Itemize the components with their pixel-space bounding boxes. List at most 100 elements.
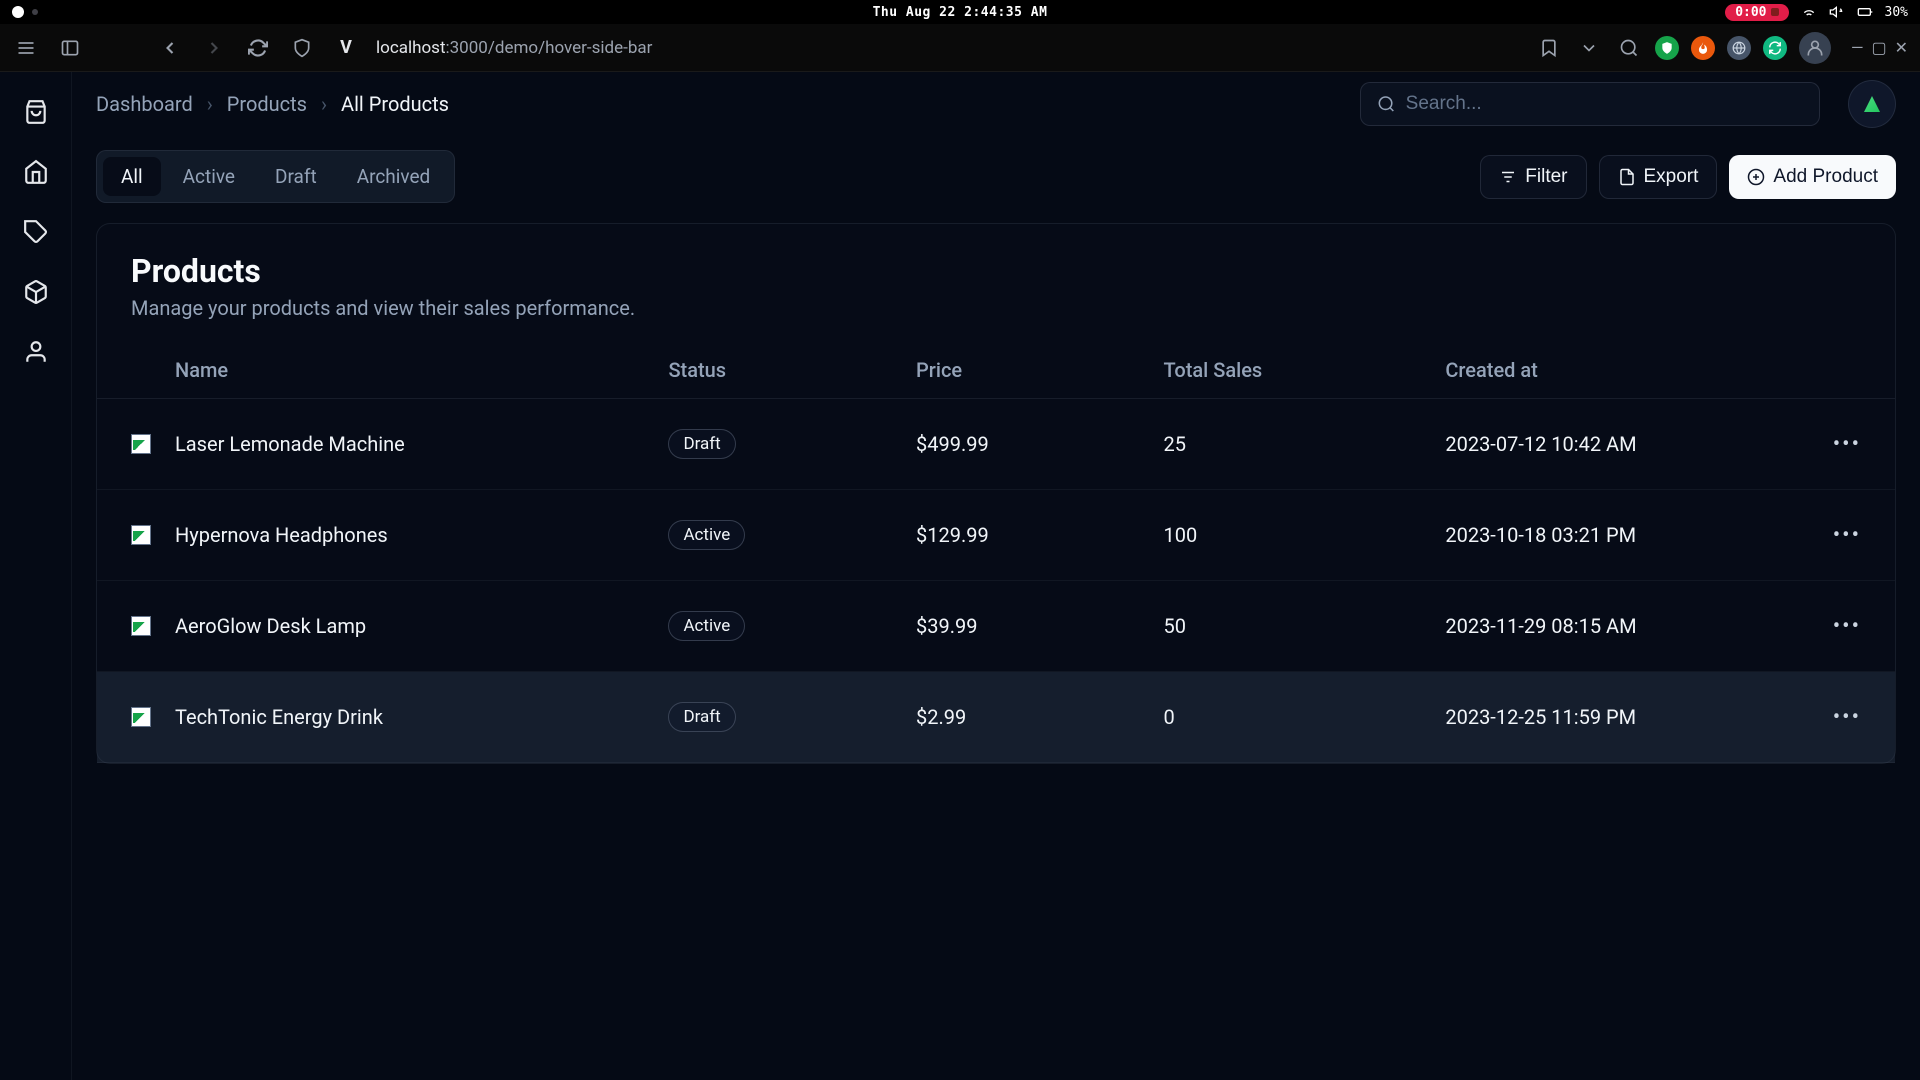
bookmark-icon[interactable] [1535,34,1563,62]
cell-price: $499.99 [904,399,1151,490]
table-row[interactable]: Laser Lemonade MachineDraft$499.99252023… [97,399,1895,490]
button-label: Export [1644,166,1699,188]
nav-user-icon[interactable] [20,336,52,368]
cell-price: $39.99 [904,581,1151,672]
screen-record-indicator[interactable]: 0:00 [1725,4,1788,21]
col-status[interactable]: Status [656,342,904,399]
nav-back-icon[interactable] [156,34,184,62]
breadcrumb-item-current: All Products [341,92,449,116]
cell-price: $129.99 [904,490,1151,581]
table-row[interactable]: TechTonic Energy DrinkDraft$2.9902023-12… [97,672,1895,763]
products-table: Name Status Price Total Sales Created at… [97,342,1895,763]
site-icon: V [332,34,360,62]
status-badge: Active [668,520,745,550]
breadcrumb: Dashboard › Products › All Products [96,92,449,116]
window-maximize-icon[interactable]: ▢ [1871,38,1886,57]
cell-created: 2023-11-29 08:15 AM [1433,581,1820,672]
browser-profile-avatar[interactable] [1799,32,1831,64]
chevron-right-icon: › [207,92,213,116]
filter-button[interactable]: Filter [1480,155,1586,199]
col-price[interactable]: Price [904,342,1151,399]
row-actions-icon[interactable]: ••• [1833,523,1861,548]
filter-icon [1499,168,1517,186]
shield-icon[interactable] [288,34,316,62]
cell-created: 2023-07-12 10:42 AM [1433,399,1820,490]
cell-price: $2.99 [904,672,1151,763]
cell-sales: 25 [1152,399,1434,490]
cell-name: TechTonic Energy Drink [163,672,656,763]
search-input[interactable] [1406,93,1803,115]
row-actions-icon[interactable]: ••• [1833,614,1861,639]
row-actions-icon[interactable]: ••• [1833,705,1861,730]
plus-circle-icon [1747,168,1765,186]
tab-active[interactable]: Active [165,157,253,196]
col-name[interactable]: Name [163,342,656,399]
battery-icon [1857,4,1873,20]
status-badge: Draft [668,702,735,732]
nav-forward-icon[interactable] [200,34,228,62]
chevron-right-icon: › [321,92,327,116]
browser-toolbar: V localhost:3000/demo/hover-side-bar — ▢… [0,24,1920,72]
volume-icon [1829,4,1845,20]
os-clock: Thu Aug 22 2:44:35 AM [873,5,1048,20]
reload-icon[interactable] [244,34,272,62]
image-placeholder-icon [131,616,151,636]
chevron-down-icon[interactable] [1575,34,1603,62]
address-bar[interactable]: localhost:3000/demo/hover-side-bar [376,38,652,58]
status-tabs: AllActiveDraftArchived [96,150,455,203]
row-actions-icon[interactable]: ••• [1833,432,1861,457]
cell-sales: 100 [1152,490,1434,581]
cell-name: Hypernova Headphones [163,490,656,581]
image-placeholder-icon [131,434,151,454]
extension-shield-icon[interactable] [1655,36,1679,60]
search-icon[interactable] [1615,34,1643,62]
wifi-icon [1801,4,1817,20]
button-label: Filter [1525,166,1567,188]
col-created[interactable]: Created at [1433,342,1820,399]
extension-sync-icon[interactable] [1763,36,1787,60]
cell-created: 2023-12-25 11:59 PM [1433,672,1820,763]
window-close-icon[interactable]: ✕ [1895,38,1908,57]
extension-globe-icon[interactable] [1727,36,1751,60]
breadcrumb-item[interactable]: Dashboard [96,92,193,116]
sidebar-toggle-icon[interactable] [56,34,84,62]
col-actions [1821,342,1895,399]
page-subtitle: Manage your products and view their sale… [131,296,1861,320]
extension-flame-icon[interactable] [1691,36,1715,60]
tab-archived[interactable]: Archived [339,157,449,196]
image-placeholder-icon [1864,96,1880,112]
user-avatar[interactable] [1848,80,1896,128]
cell-sales: 50 [1152,581,1434,672]
table-row[interactable]: AeroGlow Desk Lamp Active $39.99502023-11-… [97,581,1895,672]
search-box[interactable] [1360,82,1820,126]
window-traffic-lights [12,6,38,18]
cell-name: AeroGlow Desk Lamp [163,581,656,672]
battery-percent: 30% [1885,5,1908,20]
col-image [97,342,163,399]
page-title: Products [131,252,1861,290]
products-card: Products Manage your products and view t… [96,223,1896,764]
sidebar-rail [0,72,72,1080]
hamburger-icon[interactable] [12,34,40,62]
nav-package-icon[interactable] [20,276,52,308]
window-minimize-icon[interactable]: — [1851,38,1864,57]
status-badge: Draft [668,429,735,459]
button-label: Add Product [1773,166,1878,188]
add-product-button[interactable]: Add Product [1729,155,1896,199]
nav-bag-icon[interactable] [20,96,52,128]
col-sales[interactable]: Total Sales [1152,342,1434,399]
os-menu-bar: Thu Aug 22 2:44:35 AM 0:00 30% [0,0,1920,24]
traffic-dot [12,6,24,18]
cell-created: 2023-10-18 03:21 PM [1433,490,1820,581]
image-placeholder-icon [131,525,151,545]
export-button[interactable]: Export [1599,155,1718,199]
status-badge: Active [668,611,745,641]
table-row[interactable]: Hypernova Headphones Active $129.991002023… [97,490,1895,581]
nav-tag-icon[interactable] [20,216,52,248]
tab-all[interactable]: All [103,157,161,196]
search-icon [1377,94,1396,114]
nav-home-icon[interactable] [20,156,52,188]
file-icon [1618,168,1636,186]
breadcrumb-item[interactable]: Products [227,92,307,116]
tab-draft[interactable]: Draft [257,157,335,196]
